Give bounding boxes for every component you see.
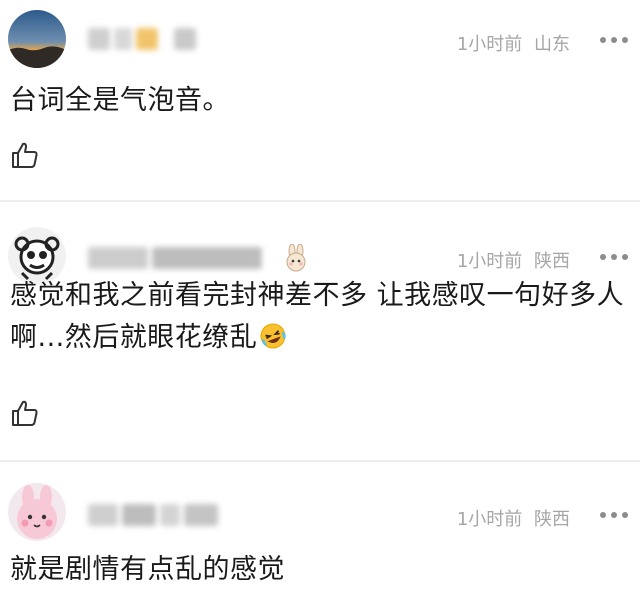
comment-feed: 1小时前 山东 台词全是气泡音。 1小时前 陕西 感觉和我之前看完封神差不多 让…: [0, 0, 640, 606]
rofl-emoji-icon: [259, 321, 287, 363]
sunset-avatar-icon: [8, 10, 66, 68]
comment-meta: 1小时前 陕西: [457, 247, 570, 273]
username-blurred[interactable]: [88, 28, 196, 50]
more-dots-icon[interactable]: [600, 35, 628, 45]
comment-item: 1小时前 山东 台词全是气泡音。: [0, 0, 640, 200]
username-blurred[interactable]: [88, 504, 218, 526]
comment-text: 台词全是气泡音。: [10, 85, 230, 116]
comment-location: 陕西: [534, 509, 570, 530]
rabbit-badge-icon: [282, 243, 310, 272]
comment-text: 感觉和我之前看完封神差不多 让我感叹一句好多人啊...然后就眼花缭乱: [10, 275, 630, 363]
comment-item: 1小时前 陕西 感觉和我之前看完封神差不多 让我感叹一句好多人啊...然后就眼花…: [0, 202, 640, 460]
more-dots-icon[interactable]: [600, 252, 628, 262]
comment-meta: 1小时前 陕西: [457, 505, 570, 531]
comment-text-content: 感觉和我之前看完封神差不多 让我感叹一句好多人啊...然后就眼花缭乱: [10, 280, 625, 353]
user-avatar[interactable]: [8, 10, 66, 68]
comment-location: 陕西: [534, 251, 570, 272]
username-blurred[interactable]: [88, 243, 310, 272]
comment-location: 山东: [534, 34, 570, 55]
comment-item: 1小时前 陕西 就是剧情有点乱的感觉: [0, 462, 640, 606]
comment-time: 1小时前: [456, 34, 523, 55]
more-dots-icon[interactable]: [600, 510, 628, 520]
comment-time: 1小时前: [456, 251, 523, 272]
pink-bunny-avatar-icon: [8, 483, 66, 541]
like-button[interactable]: [10, 140, 40, 170]
comment-text: 就是剧情有点乱的感觉: [10, 554, 285, 585]
thumbs-up-icon: [12, 400, 38, 426]
like-button[interactable]: [10, 398, 40, 428]
comment-meta: 1小时前 山东: [457, 30, 570, 56]
user-avatar[interactable]: [8, 483, 66, 541]
thumbs-up-icon: [12, 142, 38, 168]
comment-time: 1小时前: [456, 509, 523, 530]
